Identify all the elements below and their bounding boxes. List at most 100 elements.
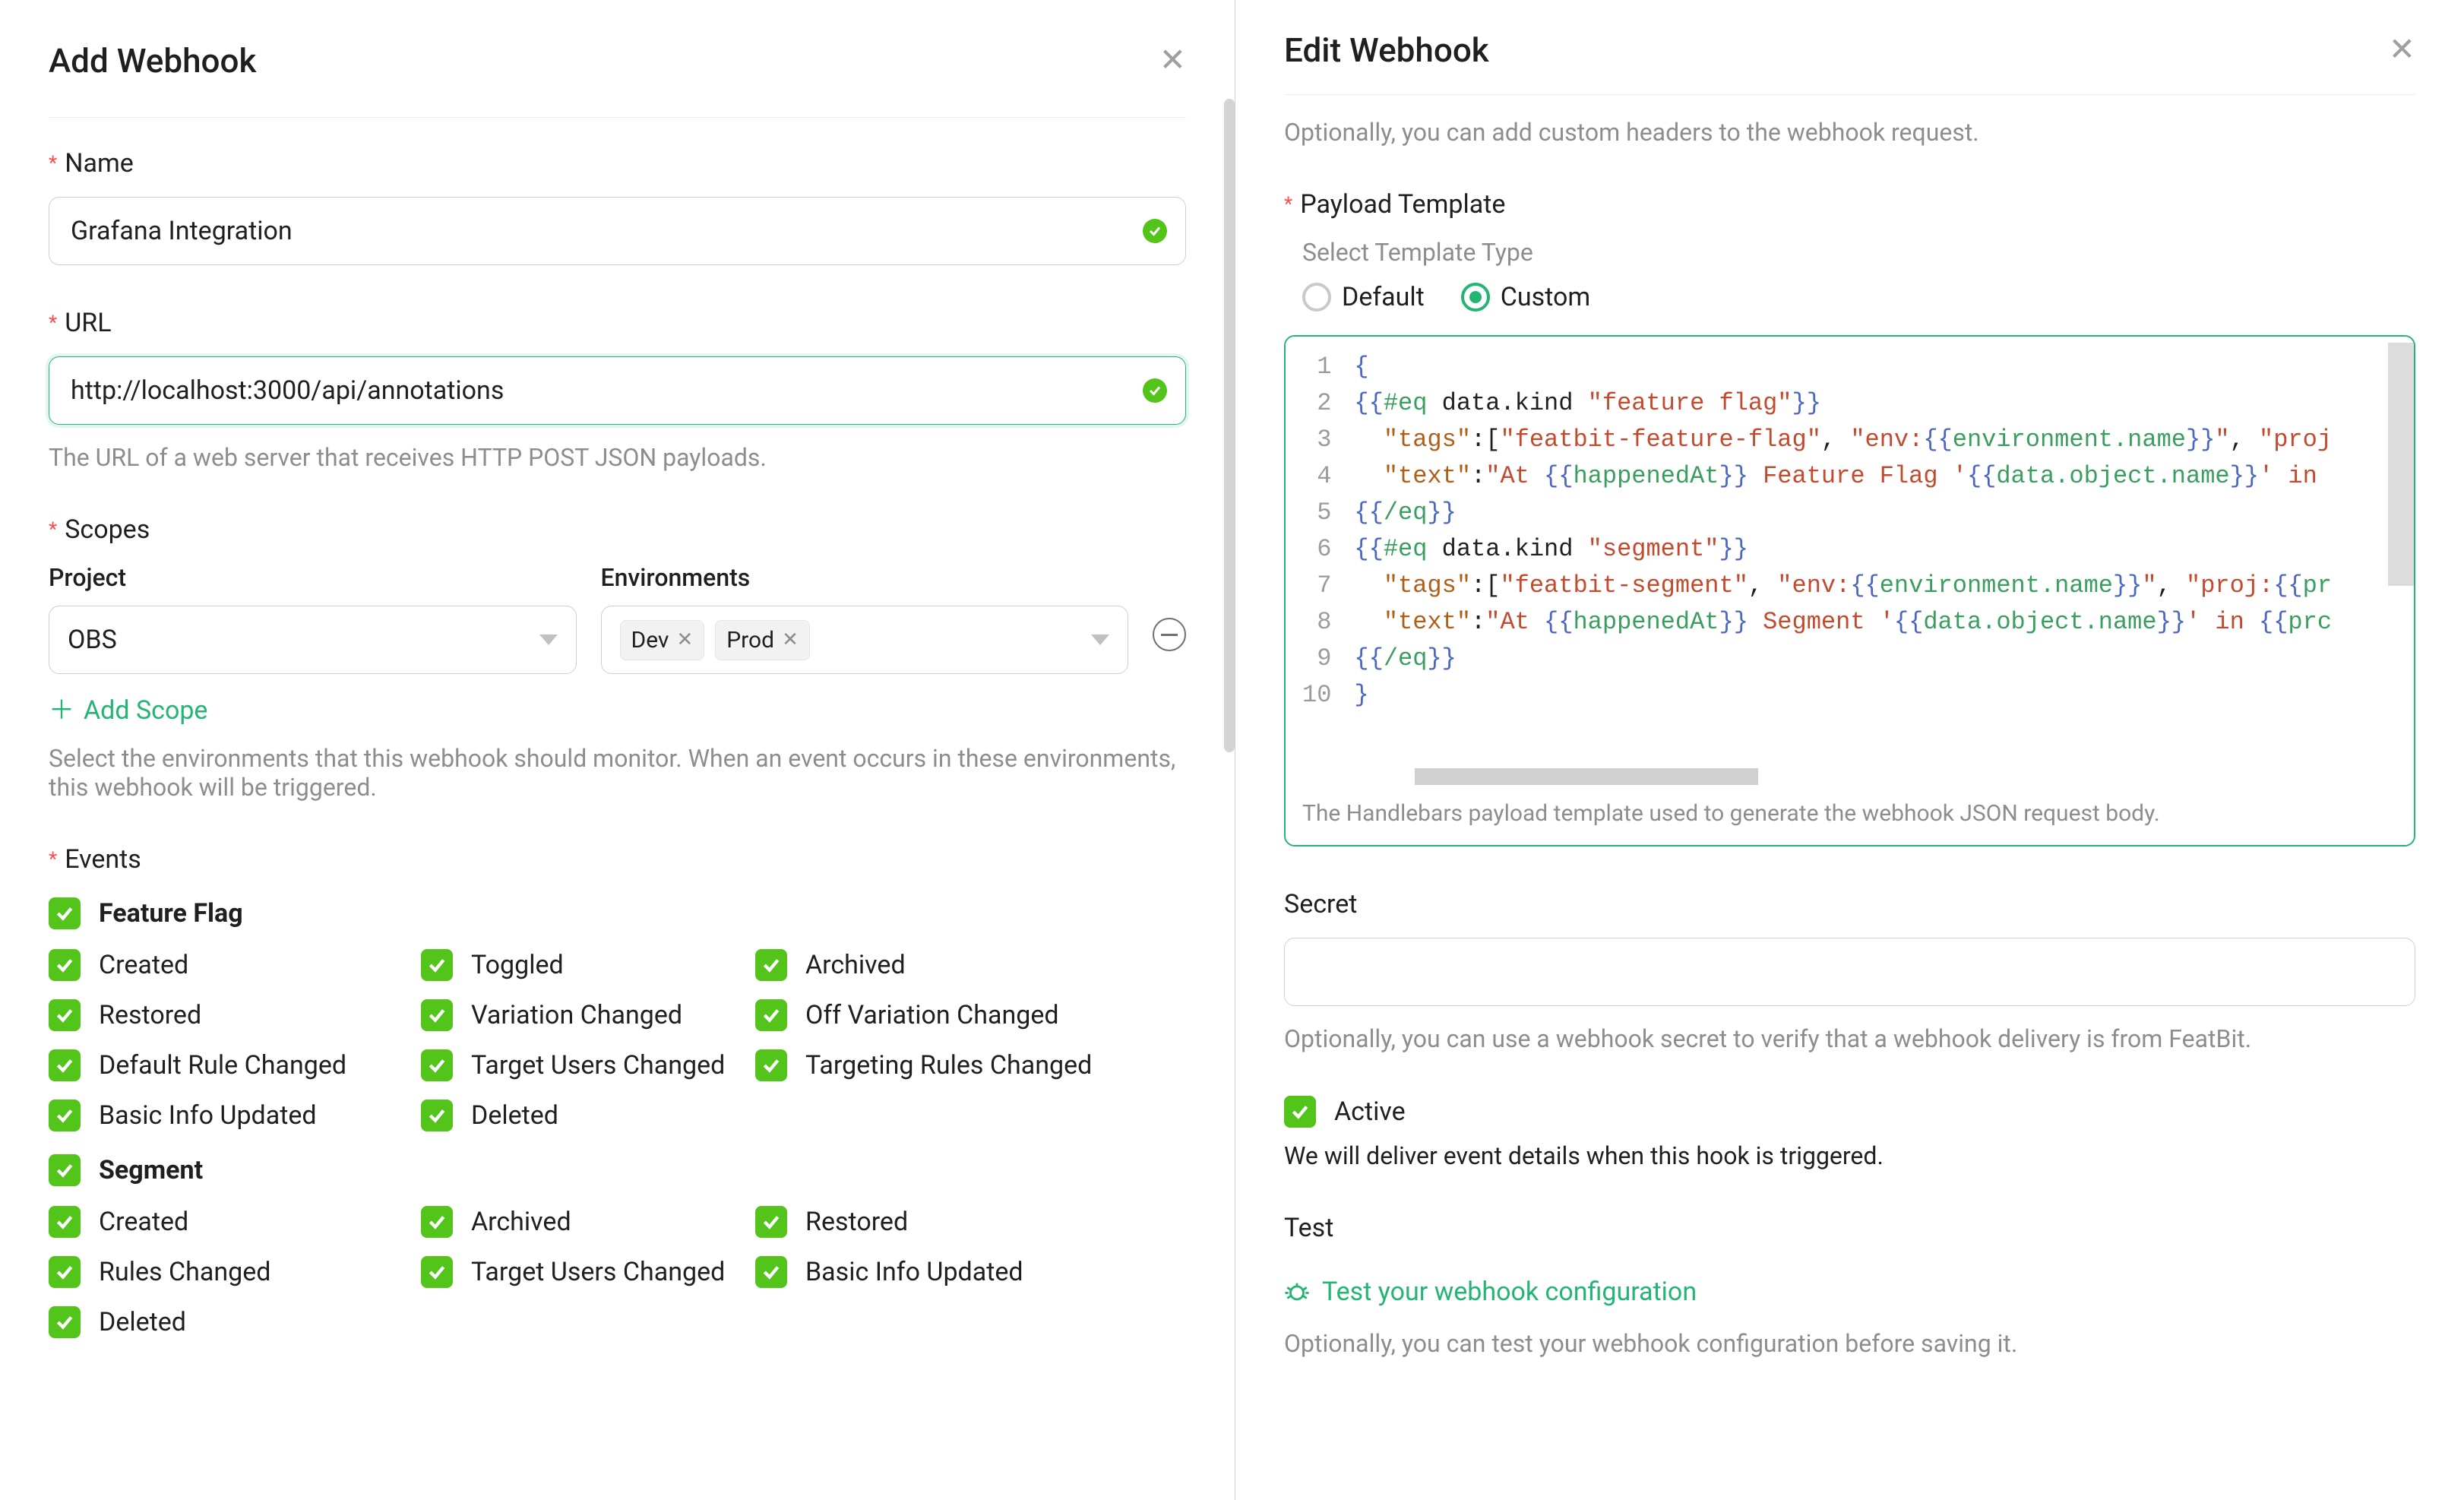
name-input[interactable]: Grafana Integration — [49, 197, 1186, 265]
environments-label: Environments — [601, 563, 1129, 592]
url-input[interactable]: http://localhost:3000/api/annotations — [49, 356, 1186, 425]
add-scope-button[interactable]: ＋ Add Scope — [49, 695, 207, 726]
checkbox-icon[interactable] — [421, 1100, 453, 1131]
event-checkbox[interactable]: Toggled — [421, 949, 755, 981]
checkbox-icon[interactable] — [755, 999, 787, 1031]
active-section: Active We will deliver event details whe… — [1284, 1096, 2415, 1170]
event-group-header[interactable]: Feature Flag — [49, 897, 1186, 929]
close-icon[interactable]: ✕ — [2389, 34, 2415, 66]
checkbox-icon[interactable] — [49, 999, 81, 1031]
environments-select[interactable]: Dev✕Prod✕ — [601, 606, 1129, 674]
event-checkbox[interactable]: Targeting Rules Changed — [755, 1049, 1186, 1081]
secret-input[interactable] — [1284, 938, 2415, 1006]
checkbox-icon[interactable] — [49, 1206, 81, 1238]
checkbox-icon[interactable] — [755, 1206, 787, 1238]
checkbox-icon[interactable] — [49, 1306, 81, 1338]
checkbox-icon[interactable] — [421, 1206, 453, 1238]
checkbox-icon[interactable] — [421, 949, 453, 981]
code-line: {{#eq data.kind "feature flag"}} — [1354, 385, 2396, 422]
scopes-section: *Scopes Project OBS Environments Dev✕Pro… — [49, 514, 1186, 802]
checkbox-icon[interactable] — [755, 949, 787, 981]
valid-check-icon — [1143, 378, 1167, 403]
code-scrollbar-horizontal[interactable] — [1415, 768, 1758, 785]
event-checkbox[interactable]: Target Users Changed — [421, 1049, 755, 1081]
event-checkbox[interactable]: Restored — [755, 1206, 1186, 1238]
edit-webhook-title: Edit Webhook — [1284, 30, 1489, 70]
event-checkbox[interactable]: Archived — [421, 1206, 755, 1238]
template-type-label: Select Template Type — [1302, 238, 2415, 267]
event-checkbox[interactable]: Created — [49, 1206, 421, 1238]
chevron-down-icon — [1091, 634, 1109, 645]
code-line: "text":"At {{happenedAt}} Feature Flag '… — [1354, 458, 2396, 495]
env-tag[interactable]: Dev✕ — [620, 620, 705, 660]
project-select[interactable]: OBS — [49, 606, 577, 674]
payload-section: *Payload Template Select Template Type D… — [1284, 189, 2415, 847]
code-line: { — [1354, 349, 2396, 385]
env-tag[interactable]: Prod✕ — [715, 620, 810, 660]
event-checkbox[interactable]: Deleted — [49, 1306, 421, 1338]
url-section: *URL http://localhost:3000/api/annotatio… — [49, 308, 1186, 472]
scrollbar[interactable] — [1224, 99, 1235, 752]
project-label: Project — [49, 563, 577, 592]
checkbox-icon[interactable] — [49, 949, 81, 981]
chevron-down-icon — [539, 634, 558, 645]
active-checkbox[interactable] — [1284, 1096, 1316, 1128]
remove-tag-icon[interactable]: ✕ — [676, 628, 693, 651]
edit-webhook-panel: Edit Webhook ✕ Optionally, you can add c… — [1235, 0, 2464, 1500]
event-checkbox[interactable]: Deleted — [421, 1100, 755, 1131]
event-group-header[interactable]: Segment — [49, 1154, 1186, 1186]
checkbox-icon[interactable] — [49, 1256, 81, 1288]
active-label: Active — [1334, 1097, 1406, 1127]
test-section: Test Test your webhook configuration Opt… — [1284, 1213, 2415, 1358]
remove-tag-icon[interactable]: ✕ — [782, 628, 799, 651]
code-line: } — [1354, 677, 2396, 714]
code-line: {{/eq}} — [1354, 495, 2396, 531]
checkbox-icon[interactable] — [421, 1049, 453, 1081]
code-line: "tags":["featbit-segment", "env:{{enviro… — [1354, 568, 2396, 604]
checkbox-icon[interactable] — [421, 999, 453, 1031]
event-checkbox[interactable]: Basic Info Updated — [49, 1100, 421, 1131]
code-line: "text":"At {{happenedAt}} Segment '{{dat… — [1354, 604, 2396, 641]
bug-icon — [1284, 1279, 1310, 1305]
secret-label: Secret — [1284, 889, 1357, 919]
event-checkbox[interactable]: Target Users Changed — [421, 1256, 755, 1288]
checkbox-icon[interactable] — [755, 1049, 787, 1081]
event-checkbox[interactable]: Archived — [755, 949, 1186, 981]
checkbox-icon[interactable] — [755, 1256, 787, 1288]
remove-scope-button[interactable] — [1153, 618, 1186, 651]
close-icon[interactable]: ✕ — [1159, 45, 1186, 77]
active-help: We will deliver event details when this … — [1284, 1141, 2415, 1170]
event-checkbox[interactable]: Default Rule Changed — [49, 1049, 421, 1081]
template-type-default[interactable]: Default — [1302, 282, 1425, 312]
checkbox-icon[interactable] — [421, 1256, 453, 1288]
secret-help: Optionally, you can use a webhook secret… — [1284, 1024, 2415, 1053]
code-line: {{#eq data.kind "segment"}} — [1354, 531, 2396, 568]
test-help: Optionally, you can test your webhook co… — [1284, 1329, 2415, 1358]
events-label: Events — [65, 844, 141, 875]
name-section: *Name Grafana Integration — [49, 148, 1186, 265]
test-label: Test — [1284, 1213, 1333, 1243]
checkbox-icon[interactable] — [49, 1100, 81, 1131]
checkbox-icon[interactable] — [49, 897, 81, 929]
code-scrollbar-vertical[interactable] — [2388, 343, 2414, 586]
event-checkbox[interactable]: Restored — [49, 999, 421, 1031]
template-type-custom[interactable]: Custom — [1461, 282, 1590, 312]
event-checkbox[interactable]: Basic Info Updated — [755, 1256, 1186, 1288]
payload-code-editor[interactable]: 12345678910 {{{#eq data.kind "feature fl… — [1284, 335, 2415, 847]
payload-help: The Handlebars payload template used to … — [1286, 785, 2414, 845]
code-line: "tags":["featbit-feature-flag", "env:{{e… — [1354, 422, 2396, 458]
test-webhook-link[interactable]: Test your webhook configuration — [1284, 1277, 1697, 1307]
plus-icon: ＋ — [49, 698, 74, 723]
checkbox-icon[interactable] — [49, 1049, 81, 1081]
scopes-help: Select the environments that this webhoo… — [49, 744, 1186, 802]
checkbox-icon[interactable] — [49, 1154, 81, 1186]
code-line: {{/eq}} — [1354, 641, 2396, 677]
add-webhook-title: Add Webhook — [49, 41, 256, 81]
event-checkbox[interactable]: Off Variation Changed — [755, 999, 1186, 1031]
scopes-label: Scopes — [65, 514, 150, 545]
event-checkbox[interactable]: Rules Changed — [49, 1256, 421, 1288]
event-checkbox[interactable]: Variation Changed — [421, 999, 755, 1031]
payload-label: Payload Template — [1300, 189, 1505, 220]
event-checkbox[interactable]: Created — [49, 949, 421, 981]
events-section: *Events Feature FlagCreatedToggledArchiv… — [49, 844, 1186, 1338]
